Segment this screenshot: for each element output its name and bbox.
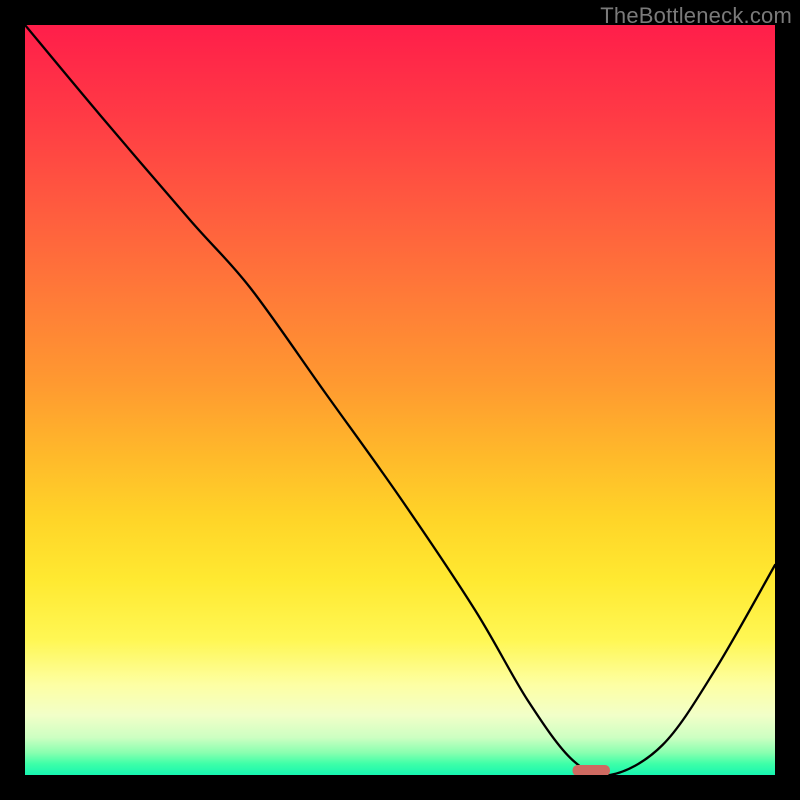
bottleneck-curve (25, 25, 775, 775)
chart-svg (25, 25, 775, 775)
plot-area (25, 25, 775, 775)
chart-container: TheBottleneck.com (0, 0, 800, 800)
optimal-point-marker (573, 765, 611, 775)
